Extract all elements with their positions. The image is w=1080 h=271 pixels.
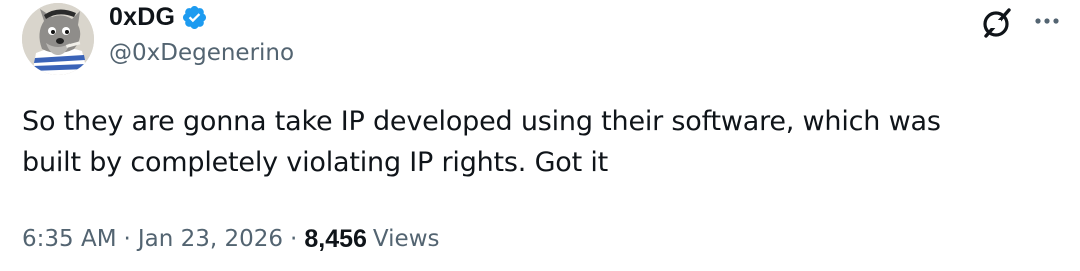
tweet-time[interactable]: 6:35 AM bbox=[22, 226, 117, 252]
avatar[interactable] bbox=[22, 3, 94, 75]
meta-separator: · bbox=[290, 226, 298, 252]
views-label: Views bbox=[372, 226, 440, 252]
tweet-text: So they are gonna take IP developed usin… bbox=[22, 101, 1042, 183]
view-count: 8,456 bbox=[304, 224, 367, 253]
more-horizontal-icon bbox=[1035, 18, 1059, 24]
author-handle[interactable]: @0xDegenerino bbox=[109, 40, 294, 66]
tweet-meta: 6:35 AM · Jan 23, 2026 · 8,456 Views bbox=[22, 222, 440, 256]
more-options-button[interactable] bbox=[1032, 8, 1062, 34]
meta-separator: · bbox=[123, 226, 131, 252]
tweet-text-line: So they are gonna take IP developed usin… bbox=[22, 106, 941, 137]
cartoon-wolf-avatar-icon bbox=[22, 3, 94, 75]
author-name-row: 0xDG bbox=[109, 2, 208, 32]
tweet-card: 0xDG @0xDegenerino So they are gonna tak… bbox=[0, 0, 1080, 271]
tweet-text-line: built by completely violating IP rights.… bbox=[22, 147, 609, 178]
verified-badge-icon[interactable] bbox=[181, 4, 208, 31]
grok-icon[interactable] bbox=[980, 6, 1014, 40]
tweet-date[interactable]: Jan 23, 2026 bbox=[138, 226, 283, 252]
display-name[interactable]: 0xDG bbox=[109, 3, 175, 32]
